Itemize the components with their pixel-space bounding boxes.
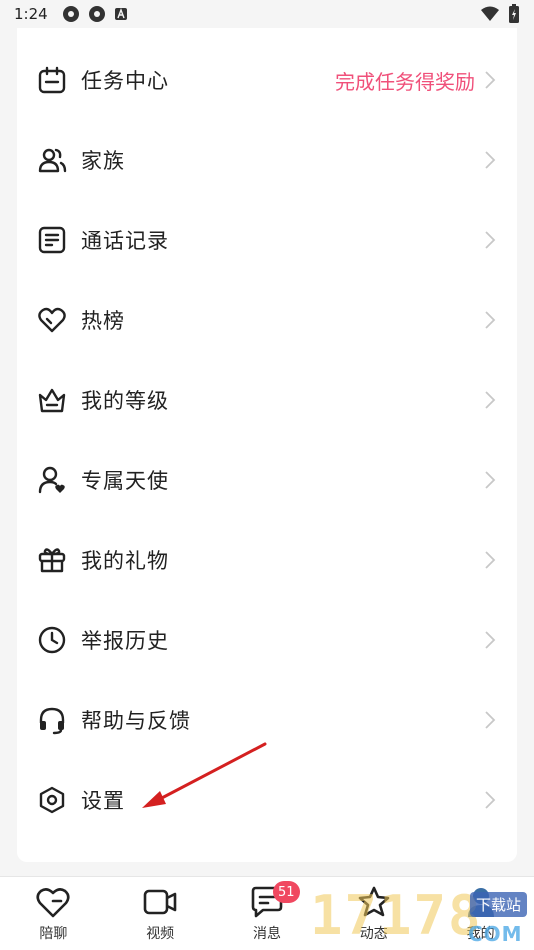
gift-icon: [37, 545, 67, 575]
menu-item-my-gifts[interactable]: 我的礼物: [17, 520, 517, 600]
battery-icon: [509, 4, 519, 23]
chevron-right-icon: [485, 311, 496, 329]
profile-icon: [467, 888, 494, 917]
menu-item-label: 通话记录: [81, 229, 169, 253]
heart-icon: [37, 305, 67, 335]
aperture-icon: [88, 6, 105, 22]
menu-item-call-records[interactable]: 通话记录: [17, 200, 517, 280]
menu-item-label: 任务中心: [81, 69, 169, 93]
heart-chat-icon: [36, 888, 70, 918]
a-badge-icon: [114, 8, 127, 20]
menu-card: 任务中心 完成任务得奖励 家族 通话记录 热榜 我的等级 专属天使 我的礼物 举…: [17, 0, 517, 862]
menu-item-label: 家族: [81, 149, 125, 173]
tab-moments[interactable]: 动态: [334, 885, 414, 943]
tab-label: 视频: [146, 926, 175, 942]
user-heart-icon: [37, 465, 67, 495]
menu-item-hot-list[interactable]: 热榜: [17, 280, 517, 360]
tab-messages[interactable]: 51 消息: [227, 881, 307, 943]
chevron-right-icon: [485, 631, 496, 649]
menu-item-label: 我的等级: [81, 389, 169, 413]
tab-label: 我的: [466, 926, 495, 942]
menu-list: 任务中心 完成任务得奖励 家族 通话记录 热榜 我的等级 专属天使 我的礼物 举…: [17, 0, 517, 840]
headset-icon: [37, 705, 67, 735]
menu-item-settings[interactable]: 设置: [17, 760, 517, 840]
task-reward-hint: 完成任务得奖励: [335, 69, 475, 94]
menu-item-exclusive-angel[interactable]: 专属天使: [17, 440, 517, 520]
people-icon: [37, 145, 67, 175]
document-icon: [37, 225, 67, 255]
chevron-right-icon: [485, 711, 496, 729]
status-system-icons: [480, 4, 520, 24]
chevron-right-icon: [485, 791, 496, 809]
bottom-tab-bar: 陪聊 视频 51 消息 动态 我的: [0, 876, 534, 950]
chevron-right-icon: [485, 471, 496, 489]
menu-item-label: 举报历史: [81, 629, 169, 653]
tab-chat[interactable]: 陪聊: [13, 885, 93, 943]
video-icon: [143, 889, 177, 915]
crown-icon: [37, 385, 67, 415]
aperture-icon: [62, 6, 79, 22]
wifi-icon: [481, 6, 499, 21]
menu-item-help-feedback[interactable]: 帮助与反馈: [17, 680, 517, 760]
tab-label: 动态: [359, 926, 388, 942]
tab-label: 消息: [252, 926, 281, 942]
status-notification-icons: [62, 5, 128, 23]
tab-mine[interactable]: 我的: [441, 885, 521, 943]
calendar-icon: [37, 65, 67, 95]
menu-item-label: 帮助与反馈: [81, 709, 191, 733]
clock-icon: [37, 625, 67, 655]
status-time: 1:24: [14, 5, 48, 23]
menu-item-report-history[interactable]: 举报历史: [17, 600, 517, 680]
chevron-right-icon: [485, 71, 496, 89]
status-bar: 1:24: [0, 0, 534, 28]
hexagon-settings-icon: [37, 785, 67, 815]
chevron-right-icon: [485, 231, 496, 249]
menu-item-task-center[interactable]: 任务中心 完成任务得奖励: [17, 40, 517, 120]
menu-item-label: 专属天使: [81, 469, 169, 493]
chevron-right-icon: [485, 551, 496, 569]
menu-item-family[interactable]: 家族: [17, 120, 517, 200]
menu-item-label: 设置: [81, 789, 125, 813]
menu-item-label: 热榜: [81, 309, 125, 333]
menu-item-label: 我的礼物: [81, 549, 169, 573]
star-icon: [358, 886, 390, 917]
unread-badge: 51: [272, 881, 300, 903]
chevron-right-icon: [485, 391, 496, 409]
tab-video[interactable]: 视频: [120, 885, 200, 943]
chevron-right-icon: [485, 151, 496, 169]
menu-item-my-level[interactable]: 我的等级: [17, 360, 517, 440]
tab-label: 陪聊: [39, 926, 68, 942]
